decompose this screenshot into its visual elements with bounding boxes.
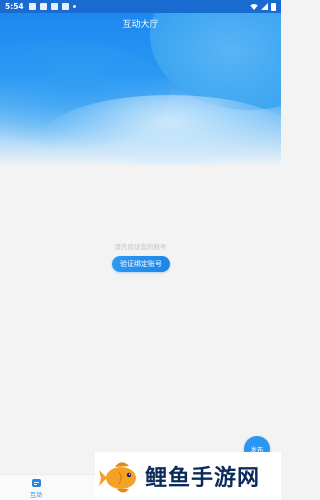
- page-title: 互动大厅: [122, 20, 159, 30]
- fish-logo: [99, 462, 136, 493]
- app-notification-icon: [61, 3, 69, 10]
- more-notifications-icon: [72, 5, 76, 8]
- verify-account-button[interactable]: 验证绑定账号: [112, 256, 170, 272]
- download-notification-icon: [39, 3, 47, 10]
- app-notification-icon: [50, 3, 58, 10]
- nav-item-label: 互动: [29, 492, 42, 499]
- signal-icon: [261, 3, 268, 10]
- wifi-icon: [250, 3, 258, 10]
- status-time: 5:54: [5, 2, 24, 11]
- chat-icon: [31, 479, 41, 487]
- nav-item-interact[interactable]: 互动: [22, 477, 50, 499]
- battery-icon: [271, 2, 276, 11]
- status-bar: 5:54: [0, 0, 281, 13]
- watermark: 鲤鱼手游网: [95, 452, 281, 500]
- watermark-text: 鲤鱼手游网: [145, 466, 261, 491]
- gallery-notification-icon: [28, 3, 36, 10]
- verify-hint-text: 请先验证您的账号: [114, 243, 167, 251]
